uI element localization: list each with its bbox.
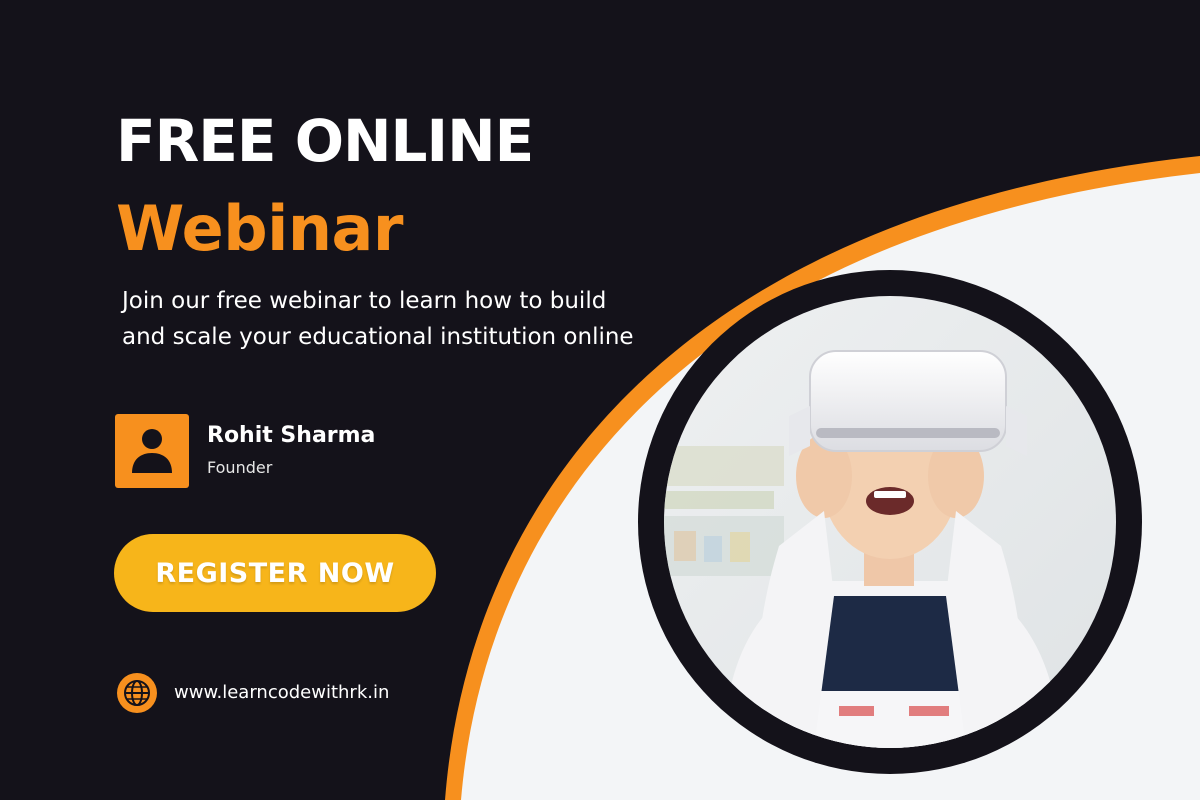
vr-child-photo — [664, 296, 1116, 748]
description: Join our free webinar to learn how to bu… — [122, 288, 634, 350]
headline: FREE ONLINE — [116, 107, 534, 175]
subheadline: Webinar — [116, 192, 403, 265]
website-link[interactable]: www.learncodewithrk.in — [174, 682, 389, 703]
globe-icon — [117, 673, 157, 713]
webinar-banner: FREE ONLINE Webinar Join our free webina… — [0, 0, 1200, 800]
photo-frame — [638, 270, 1142, 774]
user-icon — [115, 414, 189, 488]
register-now-button[interactable]: REGISTER NOW — [114, 534, 436, 612]
speaker-name: Rohit Sharma — [207, 423, 376, 448]
speaker-role: Founder — [207, 458, 273, 477]
